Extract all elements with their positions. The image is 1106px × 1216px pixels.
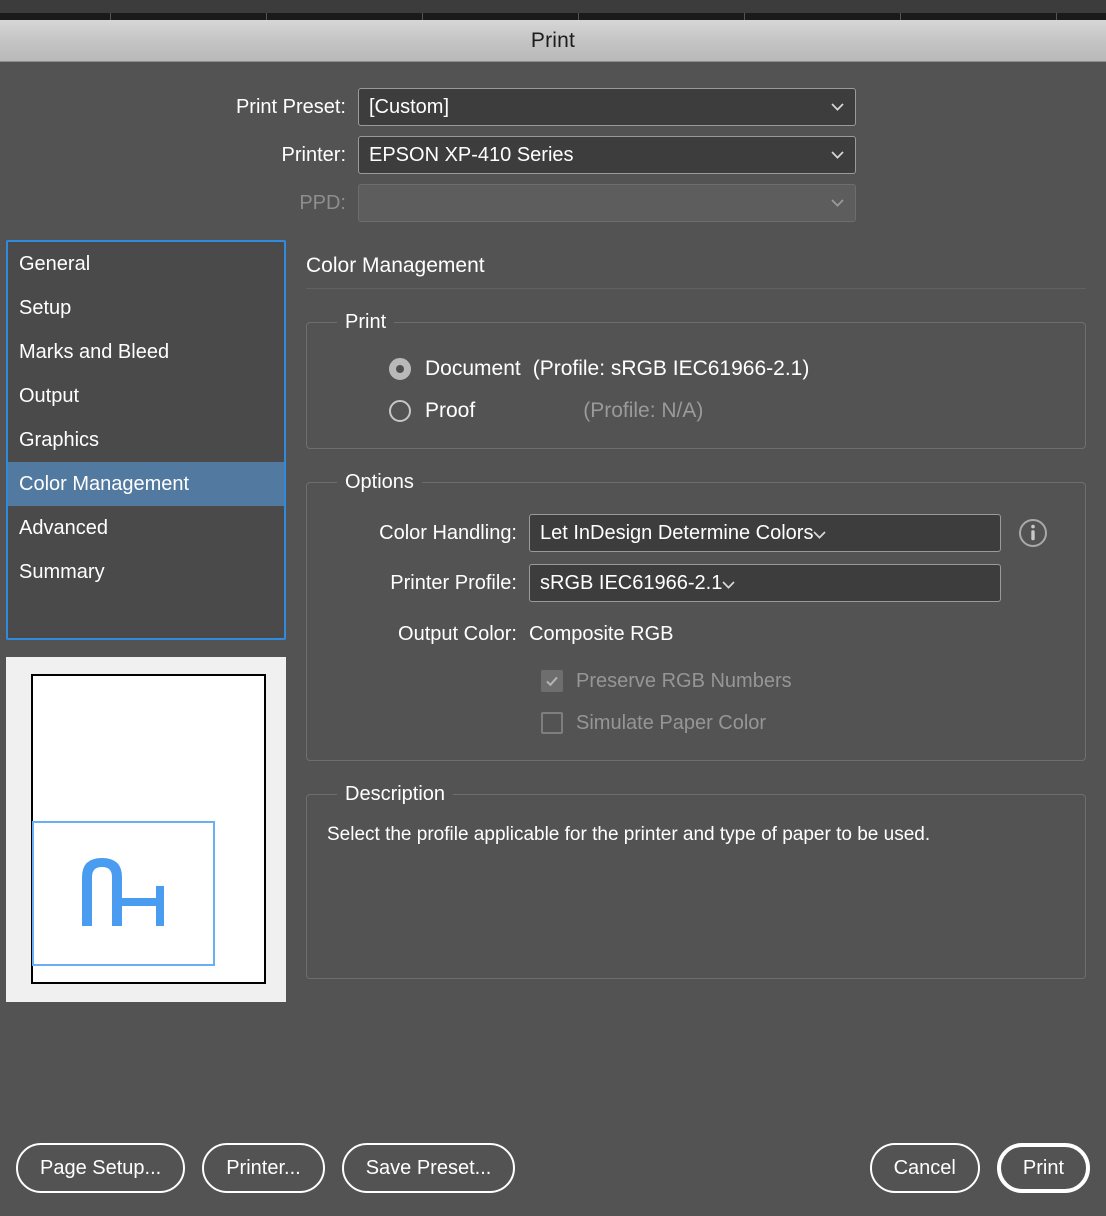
document-radio-row[interactable]: Document (Profile: sRGB IEC61966-2.1) bbox=[323, 348, 1069, 390]
simulate-paper-row: Simulate Paper Color bbox=[323, 702, 1069, 744]
output-color-row: Output Color: Composite RGB bbox=[323, 608, 1069, 660]
simulate-paper-checkbox bbox=[541, 712, 563, 734]
sidebar-item-label: Setup bbox=[19, 297, 71, 320]
output-color-value: Composite RGB bbox=[529, 623, 674, 646]
print-preset-value: [Custom] bbox=[369, 96, 449, 119]
right-panel: Color Management Print Document (Profile… bbox=[292, 240, 1106, 1120]
ruler-ticks bbox=[0, 13, 1106, 20]
save-preset-button[interactable]: Save Preset... bbox=[342, 1143, 516, 1193]
chevron-down-icon bbox=[722, 572, 735, 595]
page-title: Color Management bbox=[306, 240, 1086, 288]
sidebar-item-label: Color Management bbox=[19, 473, 189, 496]
options-fieldset: Options Color Handling: Let InDesign Det… bbox=[306, 471, 1086, 761]
top-field-group: Print Preset: [Custom] Printer: EPSON XP… bbox=[0, 62, 1106, 232]
app-backdrop-ruler bbox=[0, 0, 1106, 20]
printer-row: Printer: EPSON XP-410 Series bbox=[0, 136, 1106, 174]
printer-button[interactable]: Printer... bbox=[202, 1143, 324, 1193]
color-handling-row: Color Handling: Let InDesign Determine C… bbox=[323, 508, 1069, 558]
options-fieldset-legend: Options bbox=[337, 471, 422, 494]
info-icon[interactable] bbox=[1018, 518, 1048, 548]
document-radio[interactable] bbox=[389, 358, 411, 380]
print-fieldset-legend: Print bbox=[337, 311, 394, 334]
page-preview[interactable] bbox=[6, 657, 286, 1002]
sidebar-item-marks-and-bleed[interactable]: Marks and Bleed bbox=[8, 330, 284, 374]
printer-profile-value: sRGB IEC61966-2.1 bbox=[540, 572, 722, 595]
printer-value: EPSON XP-410 Series bbox=[369, 144, 574, 167]
sidebar-item-output[interactable]: Output bbox=[8, 374, 284, 418]
dialog-titlebar: Print bbox=[0, 20, 1106, 62]
preview-letter-p-glyph bbox=[78, 854, 174, 929]
preview-selection-box bbox=[32, 821, 215, 966]
print-dialog: Print Print Preset: [Custom] Printer: EP… bbox=[0, 20, 1106, 1216]
ppd-row: PPD: bbox=[0, 184, 1106, 222]
simulate-paper-label: Simulate Paper Color bbox=[576, 712, 766, 735]
color-handling-label: Color Handling: bbox=[323, 522, 529, 545]
print-fieldset: Print Document (Profile: sRGB IEC61966-2… bbox=[306, 311, 1086, 449]
dialog-footer: Page Setup... Printer... Save Preset... … bbox=[0, 1120, 1106, 1216]
sidebar-item-general[interactable]: General bbox=[8, 242, 284, 286]
chevron-down-icon bbox=[831, 103, 844, 111]
sidebar-item-label: Output bbox=[19, 385, 79, 408]
sidebar-item-label: Advanced bbox=[19, 517, 108, 540]
description-fieldset: Description Select the profile applicabl… bbox=[306, 783, 1086, 979]
print-preset-row: Print Preset: [Custom] bbox=[0, 88, 1106, 126]
sidebar-item-graphics[interactable]: Graphics bbox=[8, 418, 284, 462]
print-preset-dropdown[interactable]: [Custom] bbox=[358, 88, 856, 126]
print-button[interactable]: Print bbox=[997, 1143, 1090, 1193]
sidebar-item-summary[interactable]: Summary bbox=[8, 550, 284, 594]
document-profile-text: (Profile: sRGB IEC61966-2.1) bbox=[533, 357, 810, 381]
cancel-button[interactable]: Cancel bbox=[870, 1143, 980, 1193]
sidebar-item-advanced[interactable]: Advanced bbox=[8, 506, 284, 550]
printer-profile-dropdown[interactable]: sRGB IEC61966-2.1 bbox=[529, 564, 1001, 602]
printer-dropdown[interactable]: EPSON XP-410 Series bbox=[358, 136, 856, 174]
printer-profile-label: Printer Profile: bbox=[323, 572, 529, 595]
proof-profile-text: (Profile: N/A) bbox=[583, 399, 703, 423]
chevron-down-icon bbox=[831, 151, 844, 159]
chevron-down-icon bbox=[813, 522, 826, 545]
preserve-rgb-label: Preserve RGB Numbers bbox=[576, 670, 792, 693]
preserve-rgb-row: Preserve RGB Numbers bbox=[323, 660, 1069, 702]
color-handling-dropdown[interactable]: Let InDesign Determine Colors bbox=[529, 514, 1001, 552]
proof-radio[interactable] bbox=[389, 400, 411, 422]
document-radio-label: Document bbox=[425, 357, 521, 381]
print-preset-label: Print Preset: bbox=[0, 96, 358, 119]
left-column: General Setup Marks and Bleed Output Gra… bbox=[0, 240, 292, 1120]
title-divider bbox=[306, 288, 1086, 289]
sidebar-item-label: Graphics bbox=[19, 429, 99, 452]
page-setup-button[interactable]: Page Setup... bbox=[16, 1143, 185, 1193]
proof-radio-label: Proof bbox=[425, 399, 475, 423]
sidebar-item-label: General bbox=[19, 253, 90, 276]
sidebar-item-setup[interactable]: Setup bbox=[8, 286, 284, 330]
chevron-down-icon bbox=[831, 199, 844, 207]
printer-label: Printer: bbox=[0, 144, 358, 167]
printer-profile-row: Printer Profile: sRGB IEC61966-2.1 bbox=[323, 558, 1069, 608]
sidebar-item-label: Marks and Bleed bbox=[19, 341, 169, 364]
description-fieldset-legend: Description bbox=[337, 783, 453, 806]
color-handling-value: Let InDesign Determine Colors bbox=[540, 522, 813, 545]
dialog-title: Print bbox=[531, 29, 575, 53]
sidebar-item-color-management[interactable]: Color Management bbox=[8, 462, 284, 506]
preserve-rgb-checkbox bbox=[541, 670, 563, 692]
output-color-label: Output Color: bbox=[323, 623, 529, 646]
description-text: Select the profile applicable for the pr… bbox=[323, 820, 1069, 847]
sidebar-item-label: Summary bbox=[19, 561, 105, 584]
ppd-dropdown bbox=[358, 184, 856, 222]
ppd-label: PPD: bbox=[0, 192, 358, 215]
dialog-body: General Setup Marks and Bleed Output Gra… bbox=[0, 232, 1106, 1120]
proof-radio-row[interactable]: Proof (Profile: N/A) bbox=[323, 390, 1069, 432]
settings-category-list[interactable]: General Setup Marks and Bleed Output Gra… bbox=[6, 240, 286, 640]
